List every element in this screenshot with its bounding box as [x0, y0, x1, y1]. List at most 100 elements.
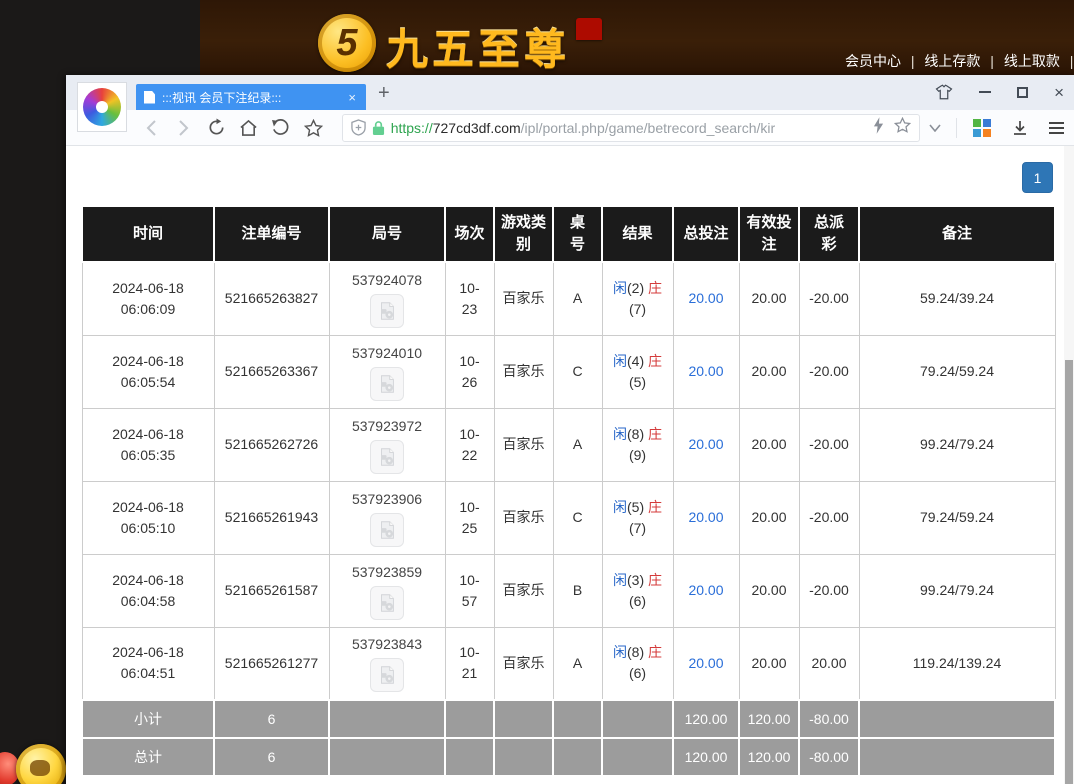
result-banker-label: 庄	[648, 280, 662, 296]
cell-total-bet: 20.00	[673, 481, 739, 554]
cell-round: 537923972	[329, 408, 445, 481]
cell-remark: 79.24/59.24	[859, 481, 1055, 554]
back-icon[interactable]	[140, 115, 163, 141]
session-value: 10-21	[453, 642, 487, 684]
favorites-star-icon[interactable]	[301, 115, 324, 141]
result-player-label: 闲	[613, 280, 627, 296]
video-file-icon[interactable]	[370, 440, 404, 474]
round-number: 537923906	[336, 489, 439, 510]
cell-total-bet: 20.00	[673, 408, 739, 481]
summary-empty	[494, 738, 553, 776]
summary-empty	[494, 700, 553, 738]
session-value: 10-23	[453, 278, 487, 320]
summary-empty	[553, 738, 602, 776]
table-header-cell: 总派 彩	[799, 206, 859, 262]
cell-table-no: A	[553, 408, 602, 481]
video-file-icon[interactable]	[370, 586, 404, 620]
pagination-page-button[interactable]: 1	[1022, 162, 1053, 193]
total-bet-link[interactable]: 20.00	[688, 582, 723, 598]
cell-time: 2024-06-18 06:05:35	[82, 408, 214, 481]
total-bet-link[interactable]: 20.00	[688, 509, 723, 525]
cell-remark: 79.24/59.24	[859, 335, 1055, 408]
summary-row: 总计6120.00120.00-80.00	[82, 738, 1055, 776]
total-bet-link[interactable]: 20.00	[688, 363, 723, 379]
refresh-icon[interactable]	[205, 115, 228, 141]
https-lock-icon	[372, 120, 385, 136]
theme-skin-icon[interactable]	[935, 84, 953, 100]
cell-result: 闲(2) 庄(7)	[602, 262, 673, 335]
browser-logo[interactable]	[77, 82, 127, 132]
cell-game-type: 百家乐	[494, 335, 553, 408]
summary-empty	[329, 700, 445, 738]
banner-link[interactable]: 线上存款	[924, 53, 980, 69]
cell-time: 2024-06-18 06:04:51	[82, 627, 214, 700]
site-banner: 5 九五至尊 会员中心 | 线上存款 | 线上取款 | 一键转换	[200, 0, 1074, 75]
address-bar[interactable]: https://727cd3df.com/ipl/portal.php/game…	[342, 114, 920, 142]
accelerator-icon[interactable]	[873, 117, 884, 139]
cell-table-no: A	[553, 262, 602, 335]
maximize-button[interactable]	[1017, 87, 1028, 98]
cell-round: 537923906	[329, 481, 445, 554]
total-bet-link[interactable]: 20.00	[688, 436, 723, 452]
cell-total-bet: 20.00	[673, 335, 739, 408]
cell-round: 537923843	[329, 627, 445, 700]
forward-icon[interactable]	[172, 115, 195, 141]
total-bet-link[interactable]: 20.00	[688, 290, 723, 306]
cell-result: 闲(5) 庄(7)	[602, 481, 673, 554]
cell-time: 2024-06-18 06:04:58	[82, 554, 214, 627]
summary-label: 总计	[82, 738, 214, 776]
nav-separator: |	[986, 53, 997, 69]
summary-count: 6	[214, 700, 329, 738]
scrollbar-thumb[interactable]	[1065, 360, 1073, 784]
video-file-icon[interactable]	[370, 294, 404, 328]
url-dropdown-icon[interactable]	[924, 115, 947, 141]
video-file-icon[interactable]	[370, 513, 404, 547]
cell-bet-id: 521665261277	[214, 627, 329, 700]
browser-toolbar: https://727cd3df.com/ipl/portal.php/game…	[66, 110, 1074, 146]
banner-link[interactable]: 线上取款	[1004, 53, 1060, 69]
site-safety-shield-icon[interactable]	[351, 119, 366, 136]
cell-session: 10-25	[445, 481, 494, 554]
summary-remark	[859, 738, 1055, 776]
cell-valid-bet: 20.00	[739, 627, 799, 700]
cell-table-no: C	[553, 481, 602, 554]
round-number: 537924010	[336, 343, 439, 364]
cell-total-bet: 20.00	[673, 262, 739, 335]
home-icon[interactable]	[237, 115, 260, 141]
total-bet-link[interactable]: 20.00	[688, 655, 723, 671]
bookmark-star-icon[interactable]	[894, 117, 911, 138]
restore-tab-icon[interactable]	[269, 115, 292, 141]
site-title: 九五至尊	[386, 16, 570, 75]
video-file-icon[interactable]	[370, 658, 404, 692]
banner-link[interactable]: 会员中心	[845, 53, 901, 69]
cell-total-bet: 20.00	[673, 627, 739, 700]
tab-title: :::视讯 会员下注纪录:::	[162, 89, 346, 106]
result-banker-label: 庄	[648, 426, 662, 442]
cell-remark: 119.24/139.24	[859, 627, 1055, 700]
summary-valid-bet: 120.00	[739, 738, 799, 776]
result-player-label: 闲	[613, 572, 627, 588]
close-button[interactable]: ×	[1054, 84, 1064, 101]
menu-icon[interactable]	[1049, 122, 1064, 134]
apps-grid-icon[interactable]	[973, 119, 991, 137]
summary-total-bet: 120.00	[673, 700, 739, 738]
download-icon[interactable]	[1007, 115, 1033, 141]
browser-tab[interactable]: :::视讯 会员下注纪录::: ×	[136, 84, 366, 110]
tab-strip: :::视讯 会员下注纪录::: × + ×	[66, 75, 1074, 110]
scrollbar-track[interactable]	[1064, 146, 1074, 784]
cell-session: 10-57	[445, 554, 494, 627]
summary-row: 小计6120.00120.00-80.00	[82, 700, 1055, 738]
result-banker-label: 庄	[648, 644, 662, 660]
table-header-cell: 注单编号	[214, 206, 329, 262]
cell-payout: 20.00	[799, 627, 859, 700]
video-file-icon[interactable]	[370, 367, 404, 401]
table-header-row: 时间注单编号局号场次游戏类 别桌 号结果总投注有效投 注总派 彩备注	[82, 206, 1055, 262]
summary-remark	[859, 700, 1055, 738]
table-header-cell: 桌 号	[553, 206, 602, 262]
banner-nav: 会员中心 | 线上存款 | 线上取款 | 一键转换	[845, 51, 1074, 71]
minimize-button[interactable]	[979, 91, 991, 93]
tab-close-icon[interactable]: ×	[346, 90, 358, 105]
new-tab-button[interactable]: +	[378, 83, 390, 103]
table-header-cell: 有效投 注	[739, 206, 799, 262]
logo-coin-icon: 5	[318, 14, 376, 72]
